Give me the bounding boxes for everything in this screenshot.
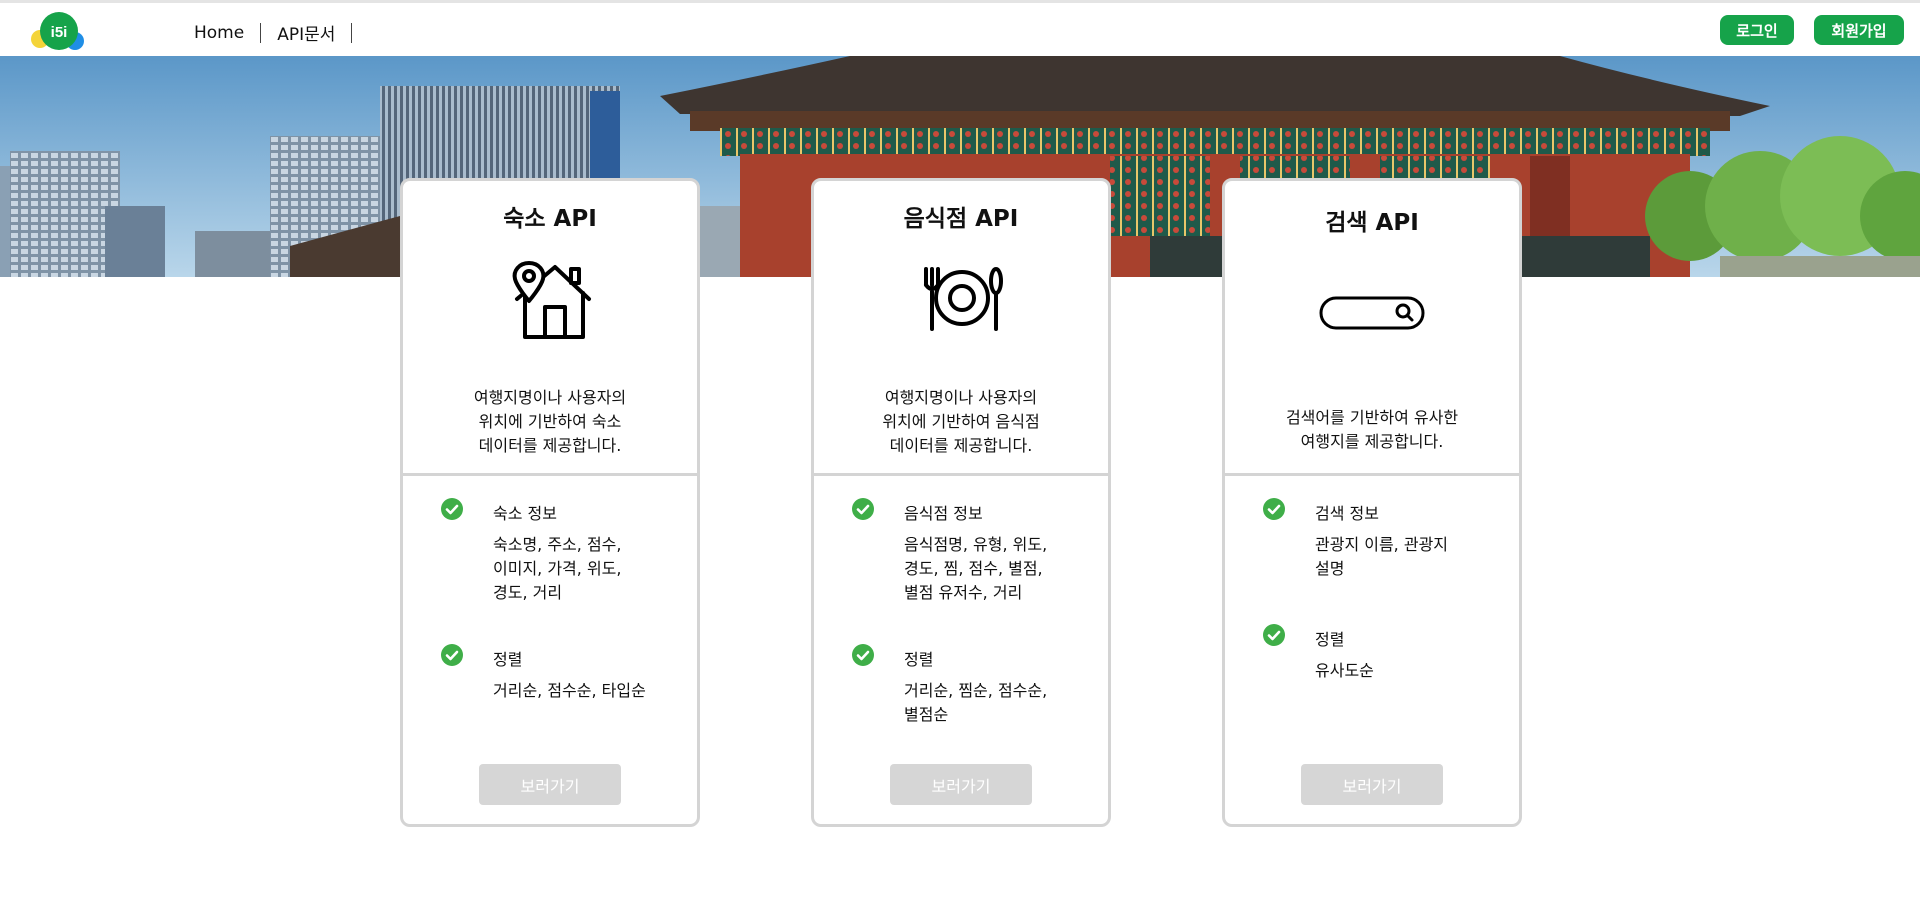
feature-line: 이미지, 가격, 위도, (493, 559, 622, 578)
api-card-lodging: 숙소 API 여행지명이나 사용자의 위치에 기반하여 숙소 데이터를 제공합니… (400, 178, 700, 827)
card-title: 숙소 API (503, 206, 597, 232)
feature-line: 관광지 이름, 관광지 (1315, 535, 1449, 554)
feature-title: 정렬 (493, 650, 523, 669)
search-bar-icon (1319, 296, 1425, 330)
login-button[interactable]: 로그인 (1720, 15, 1794, 45)
feature-title: 숙소 정보 (493, 504, 557, 523)
feature-details: 숙소명, 주소, 점수, 이미지, 가격, 위도, 경도, 거리 (493, 533, 693, 605)
feature-details: 거리순, 찜순, 점수순, 별점순 (904, 679, 1104, 727)
feature-line: 숙소명, 주소, 점수, (493, 535, 622, 554)
feature-line: 유사도순 (1315, 661, 1374, 680)
feature-details: 유사도순 (1315, 659, 1515, 683)
site-header: i5i Home API문서 로그인 회원가입 (0, 3, 1920, 56)
check-circle-icon (441, 644, 463, 666)
feature-details: 거리순, 점수순, 타입순 (493, 679, 693, 703)
description-line: 위치에 기반하여 음식점 (882, 412, 1040, 431)
api-card-search: 검색 API 검색어를 기반하여 유사한 여행지를 제공합니다. 검색 정보 관… (1222, 178, 1522, 827)
check-circle-icon (441, 498, 463, 520)
nav-home[interactable]: Home (194, 23, 244, 43)
description-line: 위치에 기반하여 숙소 (478, 412, 622, 431)
card-description: 여행지명이나 사용자의 위치에 기반하여 숙소 데이터를 제공합니다. (403, 386, 697, 458)
card-description: 검색어를 기반하여 유사한 여행지를 제공합니다. (1225, 406, 1519, 454)
feature-line: 거리순, 찜순, 점수순, (904, 681, 1048, 700)
logo-icon[interactable]: i5i (30, 9, 84, 53)
card-title: 검색 API (1325, 210, 1419, 236)
view-button[interactable]: 보러가기 (1301, 764, 1443, 805)
card-title: 음식점 API (903, 206, 1019, 232)
nav-api-docs[interactable]: API문서 (277, 20, 335, 45)
feature-line: 음식점명, 유형, 위도, (904, 535, 1048, 554)
check-circle-icon (1263, 498, 1285, 520)
feature-title: 정렬 (1315, 630, 1345, 649)
check-circle-icon (852, 498, 874, 520)
feature-title: 정렬 (904, 650, 934, 669)
feature-line: 경도, 찜, 점수, 별점, (904, 559, 1043, 578)
description-line: 여행지명이나 사용자의 (884, 388, 1038, 407)
check-circle-icon (1263, 624, 1285, 646)
view-button[interactable]: 보러가기 (479, 764, 621, 805)
card-description: 여행지명이나 사용자의 위치에 기반하여 음식점 데이터를 제공합니다. (814, 386, 1108, 458)
plate-utensils-icon (924, 267, 1003, 331)
main-nav: Home API문서 (194, 20, 368, 45)
feature-line: 설명 (1315, 559, 1345, 578)
nav-divider (260, 22, 262, 43)
description-line: 여행지를 제공합니다. (1300, 432, 1444, 451)
card-header: 검색 API 검색어를 기반하여 유사한 여행지를 제공합니다. (1225, 181, 1519, 476)
description-line: 데이터를 제공합니다. (889, 436, 1033, 455)
feature-line: 별점순 (904, 705, 949, 724)
feature-line: 별점 유저수, 거리 (904, 583, 1023, 602)
feature-line: 경도, 거리 (493, 583, 563, 602)
feature-title: 음식점 정보 (904, 504, 983, 523)
signup-button[interactable]: 회원가입 (1814, 15, 1904, 45)
view-button[interactable]: 보러가기 (890, 764, 1032, 805)
api-card-restaurant: 음식점 API 여행지명이나 사용자의 위치에 기반하여 음식점 데이터를 제공… (811, 178, 1111, 827)
description-line: 데이터를 제공합니다. (478, 436, 622, 455)
feature-title: 검색 정보 (1315, 504, 1379, 523)
check-circle-icon (852, 644, 874, 666)
description-line: 검색어를 기반하여 유사한 (1285, 408, 1459, 427)
logo-text: i5i (51, 24, 68, 41)
feature-details: 관광지 이름, 관광지 설명 (1315, 533, 1515, 581)
description-line: 여행지명이나 사용자의 (473, 388, 627, 407)
nav-divider (351, 22, 353, 43)
feature-line: 거리순, 점수순, 타입순 (493, 681, 646, 700)
house-location-icon (512, 261, 591, 339)
feature-details: 음식점명, 유형, 위도, 경도, 찜, 점수, 별점, 별점 유저수, 거리 (904, 533, 1104, 605)
card-header: 음식점 API 여행지명이나 사용자의 위치에 기반하여 음식점 데이터를 제공… (814, 181, 1108, 476)
card-header: 숙소 API 여행지명이나 사용자의 위치에 기반하여 숙소 데이터를 제공합니… (403, 181, 697, 476)
